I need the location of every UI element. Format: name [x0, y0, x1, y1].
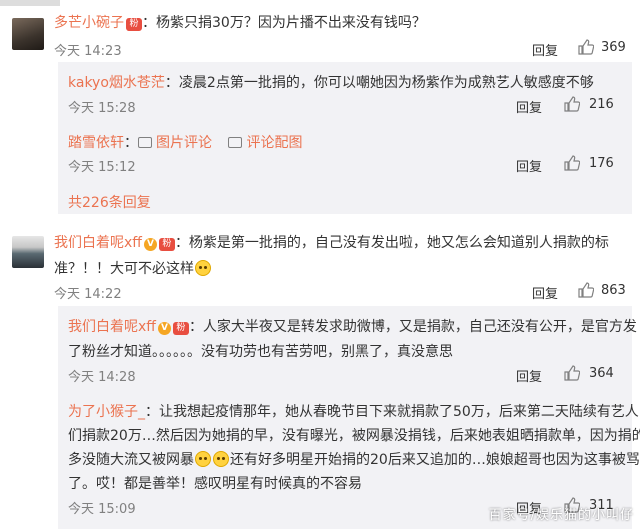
fan-medal-icon: 粉: [172, 322, 189, 335]
username-link[interactable]: 我们白着呢xff: [54, 235, 142, 251]
timestamp: 今天 14:28: [68, 370, 136, 385]
reply-text: ：人家大半夜又是转发求助微博，又是捐款，自己还没有公开，是官方发: [188, 319, 637, 335]
reply-button[interactable]: 回复: [532, 283, 558, 302]
username-link[interactable]: 踏雪依轩: [68, 135, 124, 151]
reply-text-row: 踏雪依轩： 图片评论 评论配图: [68, 132, 302, 152]
reply-text-row: 我们白着呢xff V 粉：人家大半夜又是转发求助微博，又是捐款，自己还没有公开，是官…: [68, 316, 637, 336]
comment-text: 准？！！大可不必这样: [54, 261, 194, 277]
clipped-header: [0, 0, 60, 6]
like-count: 176: [589, 156, 614, 171]
reply-button[interactable]: 回复: [516, 156, 542, 175]
reply-text: 了粉丝才知道。。。。。。没有功劳也有苦劳吧，别黑了，真没意思: [68, 344, 453, 360]
comment-text: ：杨紫是第一批捐的，自己没有发出啦，她又怎么会知道别人捐款的标: [174, 235, 609, 251]
reply-text: 多没随大流又被网暴: [68, 452, 194, 468]
fan-medal-icon: 粉: [126, 18, 142, 31]
like-count: 364: [589, 366, 614, 381]
timestamp: 今天 15:28: [68, 101, 136, 116]
like-icon[interactable]: [578, 39, 594, 55]
username-link[interactable]: 多芒小碗子: [54, 15, 124, 31]
reply-text-row: 多没随大流又被网暴 还有好多明星开始捐的20后来又追加的…娘娘超哥也因为这事被骂: [68, 449, 640, 469]
sad-face-emoji-icon: [195, 260, 211, 276]
reply-text: 还有好多明星开始捐的20后来又追加的…娘娘超哥也因为这事被骂: [230, 452, 640, 468]
username-link[interactable]: 我们白着呢xff: [68, 319, 156, 335]
reply-text-row: 为了小猴子_：让我想起疫情那年，她从春晚节目下来就捐款了50万，后来第二天陆续有…: [68, 401, 639, 421]
reply-button[interactable]: 回复: [516, 366, 542, 385]
watermark: 百家号/娱乐猫的小叫仔: [488, 508, 634, 523]
verified-icon: V: [143, 238, 157, 251]
comment-text-row: 准？！！大可不必这样: [54, 258, 212, 278]
reply-text: ：: [124, 135, 138, 151]
timestamp: 今天 15:12: [68, 160, 136, 175]
like-count: 863: [601, 283, 626, 298]
avatar[interactable]: [12, 18, 44, 50]
image-icon: [138, 137, 152, 148]
like-icon[interactable]: [578, 282, 594, 298]
reply-button[interactable]: 回复: [532, 40, 558, 59]
like-count: 369: [601, 40, 626, 55]
username-link[interactable]: 为了小猴子_: [68, 404, 145, 420]
reply-text: 了。哎！都是善举！感叹明星有时候真的不容易: [68, 476, 362, 492]
timestamp: 今天 15:09: [68, 502, 136, 517]
reply-text-row: kakyo烟水苍茫：凌晨2点第一批捐的，你可以嘲她因为杨紫作为成熟艺人敏感度不够: [68, 72, 594, 92]
avatar[interactable]: [12, 236, 44, 268]
like-count: 216: [589, 97, 614, 112]
like-icon[interactable]: [564, 365, 580, 381]
reply-text: ：凌晨2点第一批捐的，你可以嘲她因为杨紫作为成熟艺人敏感度不够: [164, 75, 594, 91]
crying-emoji-icon: [213, 451, 229, 467]
comment-text: ：杨紫只捐30万？因为片播不出来没有钱吗？: [142, 15, 426, 31]
more-replies-link[interactable]: 共226条回复: [68, 192, 151, 212]
like-icon[interactable]: [564, 96, 580, 112]
fan-medal-icon: 粉: [158, 238, 175, 251]
image-icon: [228, 137, 243, 148]
timestamp: 今天 14:23: [54, 44, 122, 59]
comment-text-row: 多芒小碗子粉：杨紫只捐30万？因为片播不出来没有钱吗？: [54, 12, 426, 32]
reply-text: 们捐款20万…然后因为她捐的早，没有曝光，被网暴没捐钱，后来她表姐晒捐款单，因为…: [68, 428, 640, 444]
reply-text: ：让我想起疫情那年，她从春晚节目下来就捐款了50万，后来第二天陆续有艺人: [145, 404, 639, 420]
comment-image-link[interactable]: 评论配图: [246, 135, 302, 151]
reply-button[interactable]: 回复: [516, 97, 542, 116]
comment-text-row: 我们白着呢xff V 粉：杨紫是第一批捐的，自己没有发出啦，她又怎么会知道别人捐款的…: [54, 232, 609, 252]
verified-icon: V: [157, 322, 171, 335]
like-icon[interactable]: [564, 155, 580, 171]
image-comment-link[interactable]: 图片评论: [156, 135, 212, 151]
comment-feed: 多芒小碗子粉：杨紫只捐30万？因为片播不出来没有钱吗？ 今天 14:23 回复 …: [0, 0, 640, 529]
crying-emoji-icon: [195, 451, 211, 467]
timestamp: 今天 14:22: [54, 287, 122, 302]
username-link[interactable]: kakyo烟水苍茫: [68, 75, 165, 91]
